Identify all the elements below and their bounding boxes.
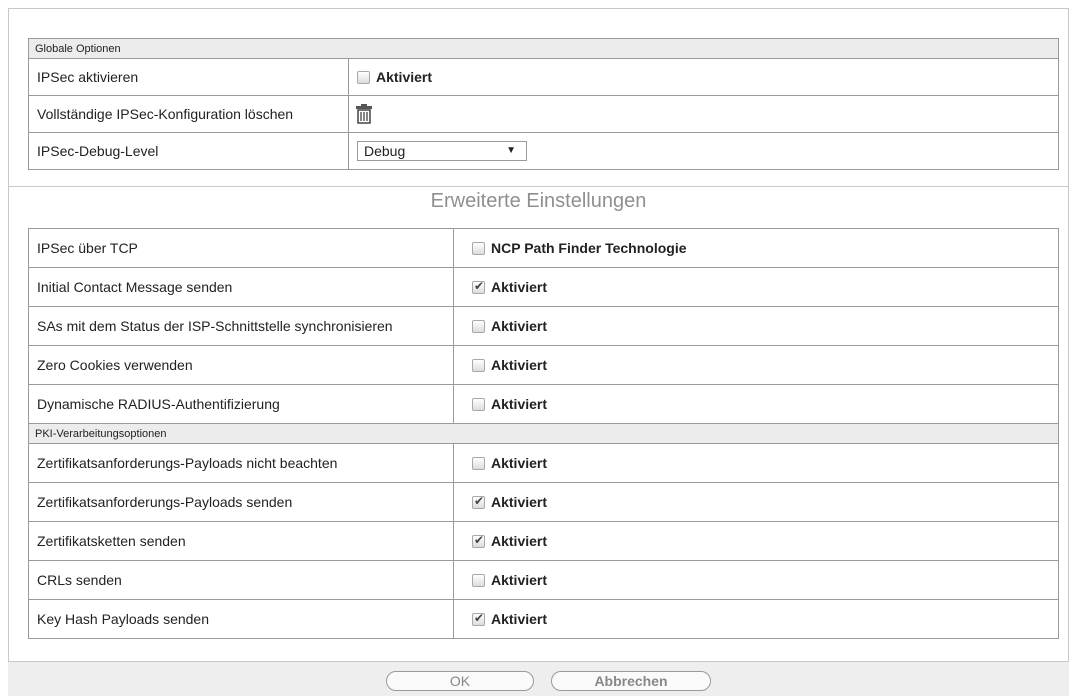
ipsec-enable-checkbox-label: Aktiviert <box>376 69 433 85</box>
ncp-path-finder-label: NCP Path Finder Technologie <box>491 240 687 256</box>
pki-options-header: PKI-Verarbeitungsoptionen <box>28 423 1059 444</box>
cert-chain-checkbox[interactable] <box>472 533 485 548</box>
cert-request-send-checkbox-label: Aktiviert <box>491 494 548 510</box>
sa-sync-label: SAs mit dem Status der ISP-Schnittstelle… <box>28 306 454 346</box>
sa-sync-checkbox-label: Aktiviert <box>491 318 548 334</box>
crl-send-label: CRLs senden <box>28 560 454 600</box>
key-hash-checkbox-label: Aktiviert <box>491 611 548 627</box>
ipsec-enable-checkbox[interactable] <box>357 71 370 84</box>
crl-send-checkbox-label: Aktiviert <box>491 572 548 588</box>
cert-chain-cell: Aktiviert <box>453 521 1059 561</box>
sa-sync-checkbox[interactable] <box>472 320 485 333</box>
cancel-button[interactable]: Abbrechen <box>551 671 711 691</box>
ipsec-enable-cell: Aktiviert <box>348 58 1059 96</box>
global-options-table: Globale Optionen IPSec aktivieren Aktivi… <box>28 38 1059 170</box>
sa-sync-cell: Aktiviert <box>453 306 1059 346</box>
key-hash-label: Key Hash Payloads senden <box>28 599 454 639</box>
zero-cookies-label: Zero Cookies verwenden <box>28 345 454 385</box>
ncp-path-finder-checkbox[interactable] <box>472 242 485 255</box>
initial-contact-checkbox-label: Aktiviert <box>491 279 548 295</box>
zero-cookies-checkbox-label: Aktiviert <box>491 357 548 373</box>
advanced-options-table: IPSec über TCP NCP Path Finder Technolog… <box>28 228 1059 639</box>
cert-request-ignore-cell: Aktiviert <box>453 443 1059 483</box>
cert-request-ignore-label: Zertifikatsanforderungs-Payloads nicht b… <box>28 443 454 483</box>
debug-level-cell: Debug ▼ <box>348 132 1059 170</box>
advanced-settings-title: Erweiterte Einstellungen <box>430 190 647 212</box>
cert-request-send-label: Zertifikatsanforderungs-Payloads senden <box>28 482 454 522</box>
cert-request-ignore-checkbox[interactable] <box>472 457 485 470</box>
ipsec-over-tcp-cell: NCP Path Finder Technologie <box>453 228 1059 268</box>
cert-request-ignore-checkbox-label: Aktiviert <box>491 455 548 471</box>
initial-contact-label: Initial Contact Message senden <box>28 267 454 307</box>
dropdown-arrow-icon: ▼ <box>506 145 516 156</box>
radius-auth-label: Dynamische RADIUS-Authentifizierung <box>28 384 454 424</box>
trash-icon[interactable] <box>355 104 373 124</box>
ipsec-enable-label: IPSec aktivieren <box>28 58 349 96</box>
global-options-header: Globale Optionen <box>28 38 1059 59</box>
delete-config-cell <box>348 95 1059 133</box>
section-separator <box>8 186 1069 187</box>
debug-level-select[interactable]: Debug ▼ <box>357 141 527 161</box>
delete-config-label: Vollständige IPSec-Konfiguration löschen <box>28 95 349 133</box>
key-hash-checkbox[interactable] <box>472 611 485 626</box>
zero-cookies-cell: Aktiviert <box>453 345 1059 385</box>
cert-chain-label: Zertifikatsketten senden <box>28 521 454 561</box>
initial-contact-cell: Aktiviert <box>453 267 1059 307</box>
radius-auth-checkbox[interactable] <box>472 398 485 411</box>
crl-send-cell: Aktiviert <box>453 560 1059 600</box>
key-hash-cell: Aktiviert <box>453 599 1059 639</box>
cert-request-send-cell: Aktiviert <box>453 482 1059 522</box>
crl-send-checkbox[interactable] <box>472 574 485 587</box>
initial-contact-checkbox[interactable] <box>472 279 485 294</box>
cert-chain-checkbox-label: Aktiviert <box>491 533 548 549</box>
cert-request-send-checkbox[interactable] <box>472 494 485 509</box>
debug-level-value: Debug <box>364 143 406 159</box>
ipsec-over-tcp-label: IPSec über TCP <box>28 228 454 268</box>
radius-auth-cell: Aktiviert <box>453 384 1059 424</box>
debug-level-label: IPSec-Debug-Level <box>28 132 349 170</box>
zero-cookies-checkbox[interactable] <box>472 359 485 372</box>
ok-button[interactable]: OK <box>386 671 534 691</box>
button-bar: OK Abbrechen <box>8 661 1069 696</box>
radius-auth-checkbox-label: Aktiviert <box>491 396 548 412</box>
